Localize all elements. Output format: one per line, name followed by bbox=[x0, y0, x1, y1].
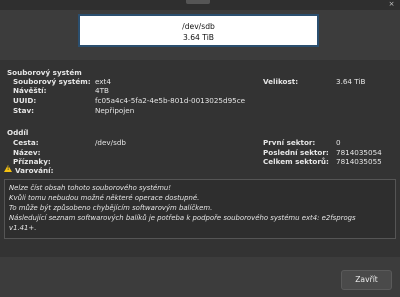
filesystem-type-value: ext4 bbox=[95, 77, 111, 86]
filesystem-status-value: Nepřipojen bbox=[95, 106, 135, 115]
total-sectors-value: 7814035055 bbox=[336, 157, 382, 166]
warning-line: Následující seznam softwarových balíků j… bbox=[9, 214, 356, 222]
first-sector-value: 0 bbox=[336, 138, 341, 147]
filesystem-type-label: Souborový systém: bbox=[13, 77, 91, 86]
partition-flags-label: Příznaky: bbox=[13, 157, 51, 166]
title-bar-tab bbox=[186, 0, 210, 4]
warning-line: To může být způsobeno chybějícím softwar… bbox=[9, 204, 213, 212]
warning-message-box: Nelze číst obsah tohoto souborového syst… bbox=[4, 179, 396, 239]
filesystem-uuid-label: UUID: bbox=[13, 96, 37, 105]
filesystem-section-title: Souborový systém bbox=[7, 68, 82, 77]
close-icon[interactable]: × bbox=[387, 0, 396, 8]
filesystem-uuid-value: fc05a4c4-5fa2-4e5b-801d-0013025d95ce bbox=[95, 96, 246, 105]
partition-name-label: Název: bbox=[13, 148, 41, 157]
warning-line: v1.41+. bbox=[9, 224, 37, 232]
partition-path-label: Cesta: bbox=[13, 138, 39, 147]
last-sector-label: Poslední sektor: bbox=[263, 148, 329, 157]
total-sectors-label: Celkem sektorů: bbox=[263, 157, 329, 166]
disk-path: /dev/sdb bbox=[182, 22, 215, 31]
warning-line: Nelze číst obsah tohoto souborového syst… bbox=[9, 184, 172, 192]
filesystem-status-label: Stav: bbox=[13, 106, 35, 115]
partition-path-value: /dev/sdb bbox=[95, 138, 126, 147]
title-bar: × bbox=[0, 0, 400, 10]
warning-title: Varování: bbox=[15, 166, 54, 175]
filesystem-size-label: Velikost: bbox=[263, 77, 299, 86]
filesystem-name-value: 4TB bbox=[95, 86, 109, 95]
close-button[interactable]: Zavřít bbox=[341, 270, 392, 290]
disk-size: 3.64 TiB bbox=[182, 33, 215, 42]
warning-line: Kvůli tomu nebudou možné některé operace… bbox=[9, 194, 200, 202]
disk-graphic: /dev/sdb 3.64 TiB bbox=[78, 14, 319, 47]
first-sector-label: První sektor: bbox=[263, 138, 316, 147]
warning-icon-mark: ! bbox=[7, 166, 10, 172]
last-sector-value: 7814035054 bbox=[336, 148, 382, 157]
filesystem-size-value: 3.64 TiB bbox=[336, 77, 366, 86]
partition-section-title: Oddíl bbox=[7, 128, 29, 137]
filesystem-name-label: Návěští: bbox=[13, 86, 47, 95]
